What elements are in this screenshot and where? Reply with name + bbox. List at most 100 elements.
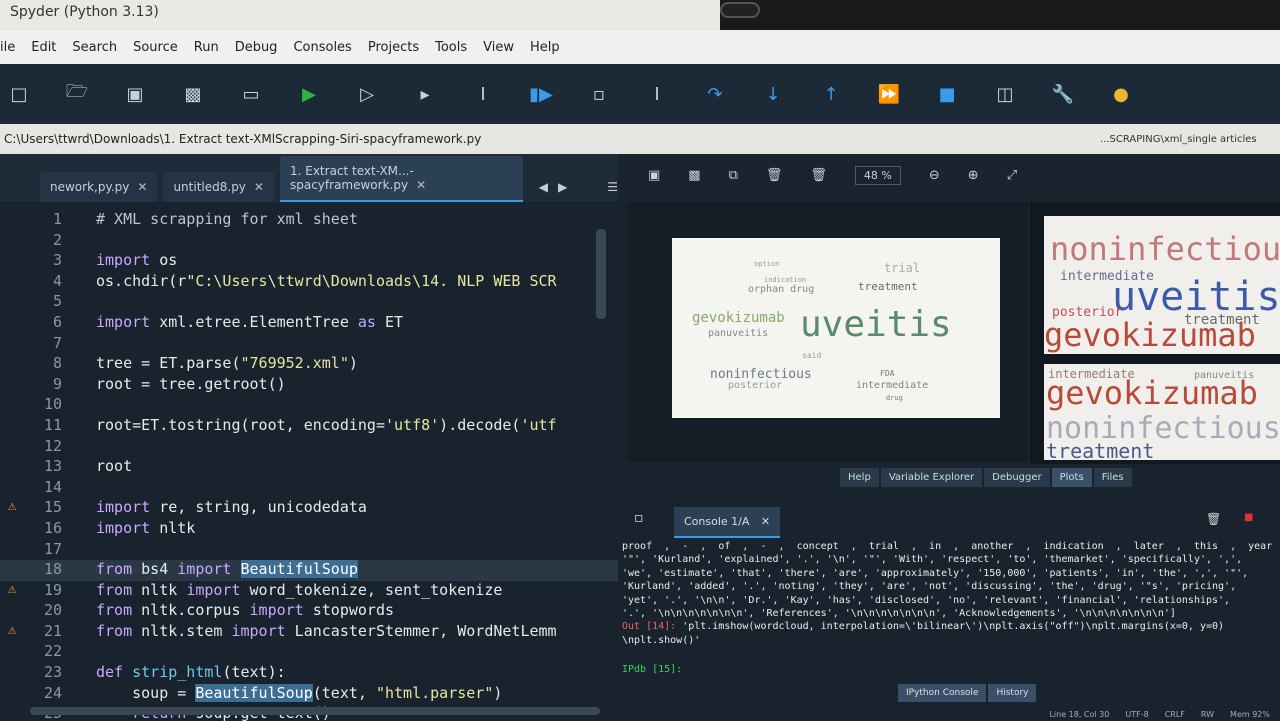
thumbnail-svg: gevokizumab noninfectious treatment inte… bbox=[1046, 367, 1280, 460]
save-icon[interactable]: ▣ bbox=[120, 79, 150, 109]
tab-files[interactable]: Files bbox=[1093, 468, 1132, 487]
warning-icon[interactable]: ⚠ bbox=[8, 622, 16, 638]
open-file-icon[interactable]: 🗁 bbox=[62, 79, 92, 109]
code-line[interactable]: 18 from bs4 import BeautifulSoup bbox=[0, 560, 618, 581]
menu-consoles[interactable]: Consoles bbox=[293, 40, 351, 55]
menu-view[interactable]: View bbox=[483, 40, 514, 55]
wordcloud-word: posterior bbox=[1052, 305, 1123, 320]
warning-icon[interactable]: ⚠ bbox=[8, 581, 16, 597]
zoom-in-icon[interactable]: ⊕ bbox=[968, 168, 979, 183]
code-line[interactable]: 20 from nltk.corpus import stopwords bbox=[0, 601, 618, 622]
menu-run[interactable]: Run bbox=[194, 40, 219, 55]
code-line[interactable]: 6 import xml.etree.ElementTree as ET bbox=[0, 313, 618, 334]
code-line[interactable]: 24 soup = BeautifulSoup(text, "html.pars… bbox=[0, 683, 618, 705]
save-plot-icon[interactable]: ▣ bbox=[648, 168, 660, 183]
line-number: 10 bbox=[43, 395, 62, 414]
code-line[interactable]: 13 root bbox=[0, 457, 618, 478]
main-toolbar: □ 🗁 ▣ ▩ ▭ ▶ ▷ ▸ I ▮▶ ▫ I ↷ ↓ ↑ ⏩ ■ ◫ 🔧 ● bbox=[0, 64, 1280, 124]
code-line[interactable]: 11 root=ET.tostring(root, encoding='utf8'… bbox=[0, 416, 618, 437]
tab-debugger[interactable]: Debugger bbox=[984, 468, 1050, 487]
run-selection-icon[interactable]: I bbox=[468, 79, 498, 109]
code-line[interactable]: 5 bbox=[0, 292, 618, 313]
step-return-icon[interactable]: ↑ bbox=[816, 79, 846, 109]
code-line[interactable]: 12 bbox=[0, 437, 618, 458]
stop-kernel-icon[interactable]: ■ bbox=[1244, 512, 1253, 523]
debug-icon[interactable]: ▮▶ bbox=[526, 79, 556, 109]
run-icon[interactable]: ▶ bbox=[294, 79, 324, 109]
remove-all-plots-icon[interactable]: 🗑 bbox=[810, 168, 827, 183]
code-line[interactable]: 8 tree = ET.parse("769952.xml") bbox=[0, 354, 618, 375]
zoom-out-icon[interactable]: ⊖ bbox=[929, 168, 940, 183]
working-directory[interactable]: ...SCRAPING\xml_single articles bbox=[1100, 134, 1257, 145]
close-icon[interactable]: ✕ bbox=[137, 180, 147, 194]
console-icon[interactable]: ▫ bbox=[634, 510, 644, 526]
step-into-icon[interactable]: ↓ bbox=[758, 79, 788, 109]
menu-debug[interactable]: Debug bbox=[235, 40, 278, 55]
code-line[interactable]: 23 def strip_html(text): bbox=[0, 663, 618, 684]
menu-source[interactable]: Source bbox=[133, 40, 178, 55]
step-icon[interactable]: ↷ bbox=[700, 79, 730, 109]
save-all-plots-icon[interactable]: ▩ bbox=[688, 168, 700, 183]
editor-tab[interactable]: nework,py.py ✕ bbox=[40, 172, 158, 202]
stop-icon[interactable]: ■ bbox=[932, 79, 962, 109]
zoom-level[interactable]: 48 % bbox=[854, 165, 901, 185]
menu-file[interactable]: ile bbox=[0, 40, 15, 55]
tab-menu-icon[interactable]: ☰ bbox=[607, 180, 618, 202]
code-editor[interactable]: 1 # XML scrapping for xml sheet 2 3 import o… bbox=[0, 202, 618, 721]
tab-plots[interactable]: Plots bbox=[1051, 468, 1092, 487]
code-line[interactable]: ⚠ 21 from nltk.stem import LancasterStemme… bbox=[0, 622, 618, 643]
tab-history[interactable]: History bbox=[988, 684, 1037, 702]
code-line[interactable]: ⚠ 15 import re, string, unicodedata bbox=[0, 498, 618, 519]
code-line[interactable]: ⚠ 19 from nltk import word_tokenize, sent_… bbox=[0, 581, 618, 602]
run-cell-advance-icon[interactable]: ▸ bbox=[410, 79, 440, 109]
code-line[interactable]: 14 bbox=[0, 478, 618, 499]
plot-thumbnail[interactable]: noninfectious uveitis gevokizumab interm… bbox=[1044, 216, 1280, 354]
console-prompt[interactable]: IPdb [15]: bbox=[622, 664, 682, 675]
save-all-icon[interactable]: ▩ bbox=[178, 79, 208, 109]
code-line[interactable]: 1 # XML scrapping for xml sheet bbox=[0, 210, 618, 231]
remove-plot-icon[interactable]: 🗑 bbox=[766, 168, 783, 183]
new-cell-icon[interactable]: ▭ bbox=[236, 79, 266, 109]
maximize-pane-icon[interactable]: ◫ bbox=[990, 79, 1020, 109]
debug-cell-icon[interactable]: ▫ bbox=[584, 79, 614, 109]
close-icon[interactable]: ✕ bbox=[254, 180, 264, 194]
menu-tools[interactable]: Tools bbox=[435, 40, 467, 55]
code-line[interactable]: 2 bbox=[0, 231, 618, 252]
console-tab[interactable]: Console 1/A ✕ bbox=[674, 507, 781, 538]
menu-search[interactable]: Search bbox=[72, 40, 117, 55]
menu-help[interactable]: Help bbox=[530, 40, 560, 55]
editor-tab[interactable]: untitled8.py ✕ bbox=[163, 172, 274, 202]
fit-plot-icon[interactable]: ⤢ bbox=[1007, 168, 1017, 183]
editor-tab-active[interactable]: 1. Extract text-XM...-spacyframework.py ✕ bbox=[279, 156, 523, 202]
code-line[interactable]: 10 bbox=[0, 395, 618, 416]
code-line[interactable]: 9 root = tree.getroot() bbox=[0, 375, 618, 396]
tab-help[interactable]: Help bbox=[840, 468, 879, 487]
console-output[interactable]: proof , - , of , - , concept , trial , i… bbox=[622, 540, 1272, 647]
debug-selection-icon[interactable]: I bbox=[642, 79, 672, 109]
vertical-scrollbar[interactable] bbox=[596, 229, 606, 319]
warning-icon[interactable]: ⚠ bbox=[8, 498, 16, 514]
horizontal-scrollbar[interactable] bbox=[30, 707, 600, 715]
code-line[interactable]: 3 import os bbox=[0, 251, 618, 272]
continue-icon[interactable]: ⏩ bbox=[874, 79, 904, 109]
code-line[interactable]: 16 import nltk bbox=[0, 519, 618, 540]
tab-variable-explorer[interactable]: Variable Explorer bbox=[880, 468, 983, 487]
tab-next-icon[interactable]: ▶ bbox=[558, 180, 567, 202]
menu-edit[interactable]: Edit bbox=[31, 40, 56, 55]
close-icon[interactable]: ✕ bbox=[416, 178, 426, 192]
new-file-icon[interactable]: □ bbox=[4, 79, 34, 109]
run-cell-icon[interactable]: ▷ bbox=[352, 79, 382, 109]
copy-plot-icon[interactable]: ⧉ bbox=[729, 168, 738, 183]
python-path-icon[interactable]: ● bbox=[1106, 79, 1136, 109]
code-line[interactable]: 7 bbox=[0, 334, 618, 355]
code-line[interactable]: 17 bbox=[0, 540, 618, 561]
code-line[interactable]: 4 os.chdir(r"C:\Users\ttwrd\Downloads\14.… bbox=[0, 272, 618, 293]
menu-projects[interactable]: Projects bbox=[368, 40, 419, 55]
tab-ipython-console[interactable]: IPython Console bbox=[898, 684, 987, 702]
close-icon[interactable]: ✕ bbox=[761, 515, 770, 528]
trash-icon[interactable]: 🗑 bbox=[1206, 512, 1221, 526]
code-line[interactable]: 22 bbox=[0, 642, 618, 663]
plot-thumbnail[interactable]: gevokizumab noninfectious treatment inte… bbox=[1044, 364, 1280, 460]
tab-prev-icon[interactable]: ◀ bbox=[539, 180, 548, 202]
preferences-wrench-icon[interactable]: 🔧 bbox=[1048, 79, 1078, 109]
